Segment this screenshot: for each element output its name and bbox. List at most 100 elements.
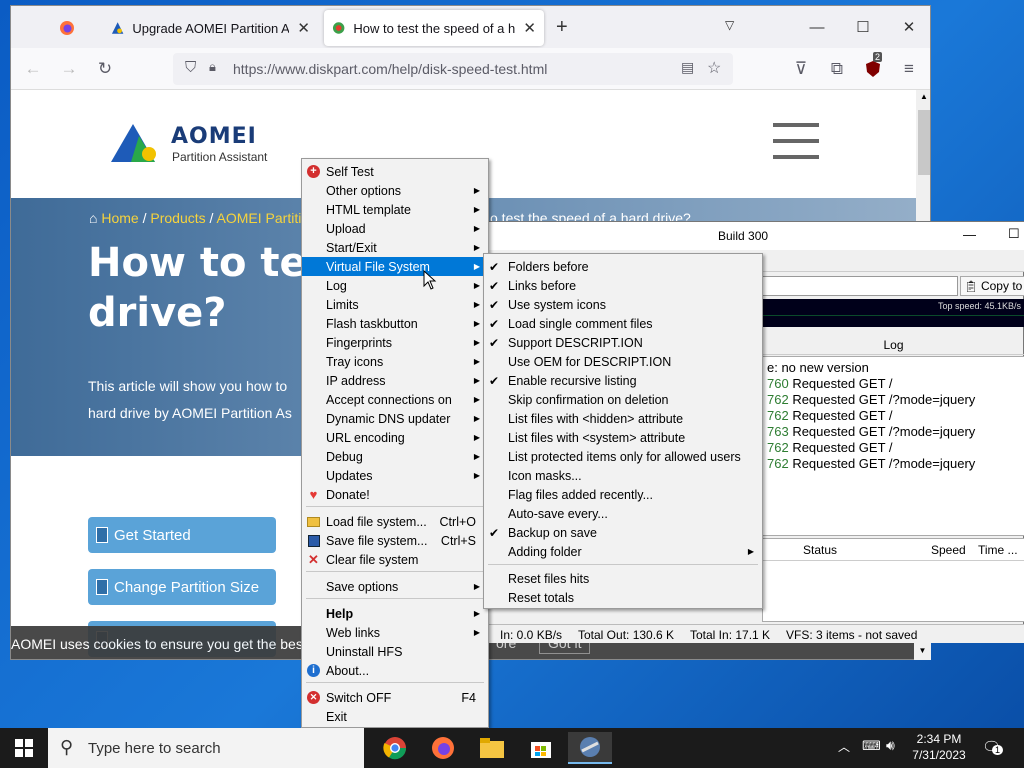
menu-item-start-exit[interactable]: Start/Exit ▶	[302, 238, 488, 257]
menu-item-dynamic-dns-updater[interactable]: Dynamic DNS updater ▶	[302, 409, 488, 428]
reload-icon[interactable]: ↻	[91, 56, 119, 82]
close-tab-icon[interactable]: ✕	[297, 19, 310, 37]
vfs-item-links-before[interactable]: ✔ Links before	[484, 276, 762, 295]
tab-upgrade-aomei[interactable]: Upgrade AOMEI Partition Assistant ✕	[103, 10, 318, 46]
vfs-item-list-protected-items-only-for-allowed-users[interactable]: List protected items only for allowed us…	[484, 447, 762, 466]
close-tab-icon[interactable]: ✕	[523, 19, 536, 37]
start-windows-icon[interactable]	[2, 732, 46, 764]
vfs-item-reset-totals[interactable]: Reset totals	[484, 588, 762, 607]
url-field[interactable]	[762, 276, 958, 296]
vfs-item-icon-masks[interactable]: Icon masks...	[484, 466, 762, 485]
vfs-item-use-system-icons[interactable]: ✔ Use system icons	[484, 295, 762, 314]
menu-item-web-links[interactable]: Web links ▶	[302, 623, 488, 642]
scroll-thumb[interactable]	[918, 110, 930, 175]
menu-item-save-file-system[interactable]: Save file system... Ctrl+S	[302, 531, 488, 550]
menu-item-save-options[interactable]: Save options ▶	[302, 577, 488, 596]
breadcrumb-home[interactable]: Home	[101, 210, 138, 226]
vfs-item-flag-files-added-recently[interactable]: Flag files added recently...	[484, 485, 762, 504]
aomei-logo-icon[interactable]	[109, 122, 167, 164]
vfs-item-backup-on-save[interactable]: ✔ Backup on save	[484, 523, 762, 542]
vfs-item-list-files-with-system-attribute[interactable]: List files with <system> attribute	[484, 428, 762, 447]
menu-item-ip-address[interactable]: IP address ▶	[302, 371, 488, 390]
vfs-item-adding-folder[interactable]: Adding folder ▶	[484, 542, 762, 561]
vfs-item-load-single-comment-files[interactable]: ✔ Load single comment files	[484, 314, 762, 333]
menu-item-tray-icons[interactable]: Tray icons ▶	[302, 352, 488, 371]
forward-arrow-icon[interactable]: →	[55, 56, 83, 82]
menu-item-clear-file-system[interactable]: ✕ Clear file system	[302, 550, 488, 569]
column-speed[interactable]: Speed	[931, 543, 966, 557]
vfs-item-skip-confirmation-on-deletion[interactable]: Skip confirmation on deletion	[484, 390, 762, 409]
menu-item-fingerprints[interactable]: Fingerprints ▶	[302, 333, 488, 352]
menu-item-upload[interactable]: Upload ▶	[302, 219, 488, 238]
tab-disk-speed-test[interactable]: How to test the speed of a hard drive ✕	[324, 10, 544, 46]
vfs-item-auto-save-every[interactable]: Auto-save every...	[484, 504, 762, 523]
breadcrumb-partition[interactable]: AOMEI Partiti	[217, 210, 302, 226]
menu-item-switch-off[interactable]: ✕ Switch OFF F4	[302, 688, 488, 707]
menu-item-uninstall-hfs[interactable]: Uninstall HFS	[302, 642, 488, 661]
show-hidden-icons-chevron-icon[interactable]: ︿	[838, 738, 850, 755]
hfs-taskbar-icon[interactable]	[568, 732, 612, 764]
menu-item-updates[interactable]: Updates ▶	[302, 466, 488, 485]
get-started-button[interactable]: Get Started	[88, 517, 276, 553]
menu-item-virtual-file-system[interactable]: Virtual File System ▶	[302, 257, 488, 276]
menu-item-flash-taskbutton[interactable]: Flash taskbutton ▶	[302, 314, 488, 333]
menu-item-limits[interactable]: Limits ▶	[302, 295, 488, 314]
scroll-up-icon[interactable]: ▲	[920, 92, 928, 101]
chrome-icon[interactable]	[373, 732, 417, 764]
lock-icon[interactable]: 🔒︎	[209, 59, 216, 75]
menu-item-debug[interactable]: Debug ▶	[302, 447, 488, 466]
vfs-item-support-descript-ion[interactable]: ✔ Support DESCRIPT.ION	[484, 333, 762, 352]
menu-item-accept-connections-on[interactable]: Accept connections on ▶	[302, 390, 488, 409]
menu-item-self-test[interactable]: + Self Test	[302, 162, 488, 181]
network-icon[interactable]: ⌨	[862, 738, 881, 754]
hamburger-menu-icon[interactable]: ≡	[895, 56, 923, 82]
vfs-item-use-oem-for-descript-ion[interactable]: Use OEM for DESCRIPT.ION	[484, 352, 762, 371]
maximize-button[interactable]: ☐	[843, 12, 883, 42]
column-time[interactable]: Time ...	[978, 543, 1018, 557]
column-status[interactable]: Status	[803, 543, 837, 557]
firefox-taskbar-icon[interactable]	[421, 732, 465, 764]
menu-item-load-file-system[interactable]: Load file system... Ctrl+O	[302, 512, 488, 531]
menu-item-url-encoding[interactable]: URL encoding ▶	[302, 428, 488, 447]
menu-item-donate[interactable]: ♥ Donate!	[302, 485, 488, 504]
volume-icon[interactable]: 🔊︎	[886, 737, 895, 754]
back-arrow-icon[interactable]: ←	[19, 56, 47, 82]
pocket-icon[interactable]: ⊽	[787, 56, 815, 82]
new-tab-button[interactable]: +	[556, 16, 568, 39]
maximize-button[interactable]: ☐	[1008, 226, 1020, 242]
vfs-item-reset-files-hits[interactable]: Reset files hits	[484, 569, 762, 588]
reader-view-icon[interactable]: ▤	[681, 59, 694, 76]
menu-item-html-template[interactable]: HTML template ▶	[302, 200, 488, 219]
menu-item-exit[interactable]: Exit	[302, 707, 488, 726]
vfs-item-list-files-with-hidden-attribute[interactable]: List files with <hidden> attribute	[484, 409, 762, 428]
url-text[interactable]: https://www.diskpart.com/help/disk-speed…	[233, 61, 547, 77]
menu-item-other-options[interactable]: Other options ▶	[302, 181, 488, 200]
tab-firefox[interactable]	[51, 10, 101, 46]
menu-item-help[interactable]: Help ▶	[302, 604, 488, 623]
system-clock[interactable]: 2:34 PM 7/31/2023	[908, 731, 970, 763]
submenu-arrow-icon: ▶	[473, 186, 480, 195]
menu-item-about[interactable]: i About...	[302, 661, 488, 680]
site-menu-icon[interactable]	[773, 123, 819, 159]
close-window-button[interactable]: ✕	[889, 12, 929, 42]
minimize-button[interactable]: —	[797, 12, 837, 42]
breadcrumb-products[interactable]: Products	[150, 210, 205, 226]
notification-icon[interactable]: 🗨︎1	[982, 738, 1004, 756]
list-tabs-chevron-icon[interactable]: ▽	[725, 18, 734, 32]
menu-item-log[interactable]: Log ▶	[302, 276, 488, 295]
vfs-item-folders-before[interactable]: ✔ Folders before	[484, 257, 762, 276]
home-icon[interactable]: ⌂	[89, 210, 97, 226]
extensions-puzzle-icon[interactable]: ⧉	[823, 56, 851, 82]
ublock-icon[interactable]: 2	[859, 52, 887, 82]
bookmark-star-icon[interactable]: ☆	[707, 58, 721, 78]
shield-icon[interactable]: ⛉	[185, 59, 196, 76]
vfs-item-enable-recursive-listing[interactable]: ✔ Enable recursive listing	[484, 371, 762, 390]
copy-to-clipboard-button[interactable]: 📋︎ Copy to	[960, 276, 1024, 296]
url-bar[interactable]: ⛉ 🔒︎ https://www.diskpart.com/help/disk-…	[173, 53, 733, 85]
taskbar-search-box[interactable]: ⚲ Type here to search	[48, 728, 364, 768]
file-explorer-icon[interactable]	[470, 732, 514, 764]
minimize-button[interactable]: —	[963, 227, 976, 242]
scroll-down-icon[interactable]: ▼	[914, 642, 931, 660]
change-partition-size-button[interactable]: Change Partition Size	[88, 569, 276, 605]
store-icon[interactable]	[519, 732, 563, 764]
